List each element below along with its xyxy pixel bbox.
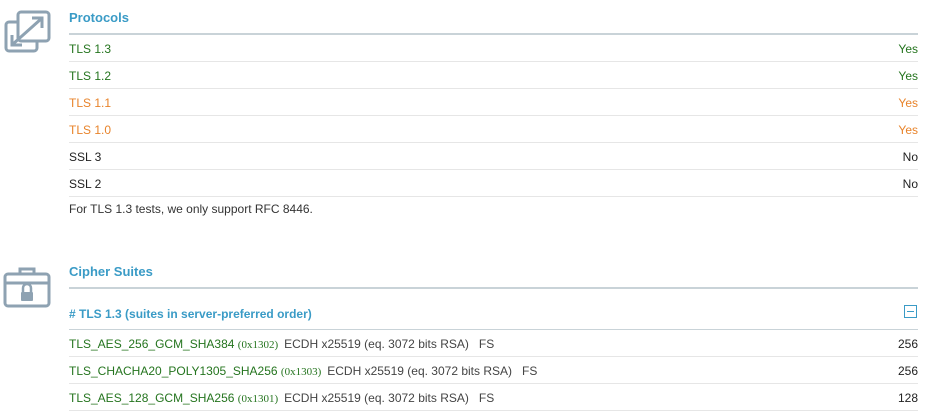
protocol-name: SSL 2 xyxy=(69,177,102,191)
resize-arrows-icon xyxy=(3,10,51,54)
suite-name: TLS_AES_256_GCM_SHA384 xyxy=(69,337,235,351)
protocol-row: TLS 1.3 Yes xyxy=(69,35,918,62)
protocol-support: Yes xyxy=(898,96,918,110)
protocol-row: TLS 1.1 Yes xyxy=(69,89,918,116)
protocol-support: No xyxy=(902,150,918,164)
protocol-name: TLS 1.2 xyxy=(69,69,112,83)
protocol-support: Yes xyxy=(898,42,918,56)
suite-code: (0x1301) xyxy=(237,393,279,405)
protocols-title: Protocols xyxy=(69,10,129,25)
suite-bits: 128 xyxy=(897,391,918,405)
suite-details: ECDH x25519 (eq. 3072 bits RSA) xyxy=(284,391,469,405)
tls13-suites-title: # TLS 1.3 (suites in server-preferred or… xyxy=(69,307,312,321)
suite-fs: FS xyxy=(478,391,495,405)
tls13-suites-header: # TLS 1.3 (suites in server-preferred or… xyxy=(69,300,918,330)
suite-label: TLS_CHACHA20_POLY1305_SHA256 (0x1303) ECD… xyxy=(69,364,537,378)
cipher-suite-row: TLS_CHACHA20_POLY1305_SHA256 (0x1303) ECD… xyxy=(69,357,918,384)
protocol-name: TLS 1.0 xyxy=(69,123,112,137)
protocol-support: No xyxy=(902,177,918,191)
cipher-suite-row: TLS_AES_128_GCM_SHA256 (0x1301) ECDH x255… xyxy=(69,384,918,411)
protocols-note: For TLS 1.3 tests, we only support RFC 8… xyxy=(69,202,313,216)
protocol-name: SSL 3 xyxy=(69,150,102,164)
ssl-report-page: Protocols TLS 1.3 Yes TLS 1.2 Yes TLS 1.… xyxy=(0,0,936,412)
protocol-row: SSL 3 No xyxy=(69,143,918,170)
protocol-name: TLS 1.3 xyxy=(69,42,112,56)
suite-bits: 256 xyxy=(897,364,918,378)
padlock-briefcase-icon xyxy=(3,265,51,309)
protocol-support: Yes xyxy=(898,69,918,83)
suite-bits: 256 xyxy=(897,337,918,351)
suite-fs: FS xyxy=(522,364,538,378)
protocol-row: TLS 1.2 Yes xyxy=(69,62,918,89)
minus-box-icon[interactable] xyxy=(904,305,917,318)
suite-fs: FS xyxy=(478,337,495,351)
cipher-suites-title: Cipher Suites xyxy=(69,264,153,279)
cipher-suites-divider xyxy=(69,287,918,289)
suite-code: (0x1303) xyxy=(280,366,322,378)
suite-details: ECDH x25519 (eq. 3072 bits RSA) xyxy=(284,337,469,351)
protocol-support: Yes xyxy=(898,123,918,137)
suite-name: TLS_CHACHA20_POLY1305_SHA256 xyxy=(69,364,278,378)
suite-name: TLS_AES_128_GCM_SHA256 xyxy=(69,391,235,405)
protocol-name: TLS 1.1 xyxy=(69,96,112,110)
suite-label: TLS_AES_256_GCM_SHA384 (0x1302) ECDH x255… xyxy=(69,337,494,351)
suite-code: (0x1302) xyxy=(237,339,279,351)
protocol-row: SSL 2 No xyxy=(69,170,918,197)
suite-label: TLS_AES_128_GCM_SHA256 (0x1301) ECDH x255… xyxy=(69,391,494,405)
cipher-suite-row: TLS_AES_256_GCM_SHA384 (0x1302) ECDH x255… xyxy=(69,330,918,357)
suite-details: ECDH x25519 (eq. 3072 bits RSA) xyxy=(327,364,513,378)
protocol-row: TLS 1.0 Yes xyxy=(69,116,918,143)
